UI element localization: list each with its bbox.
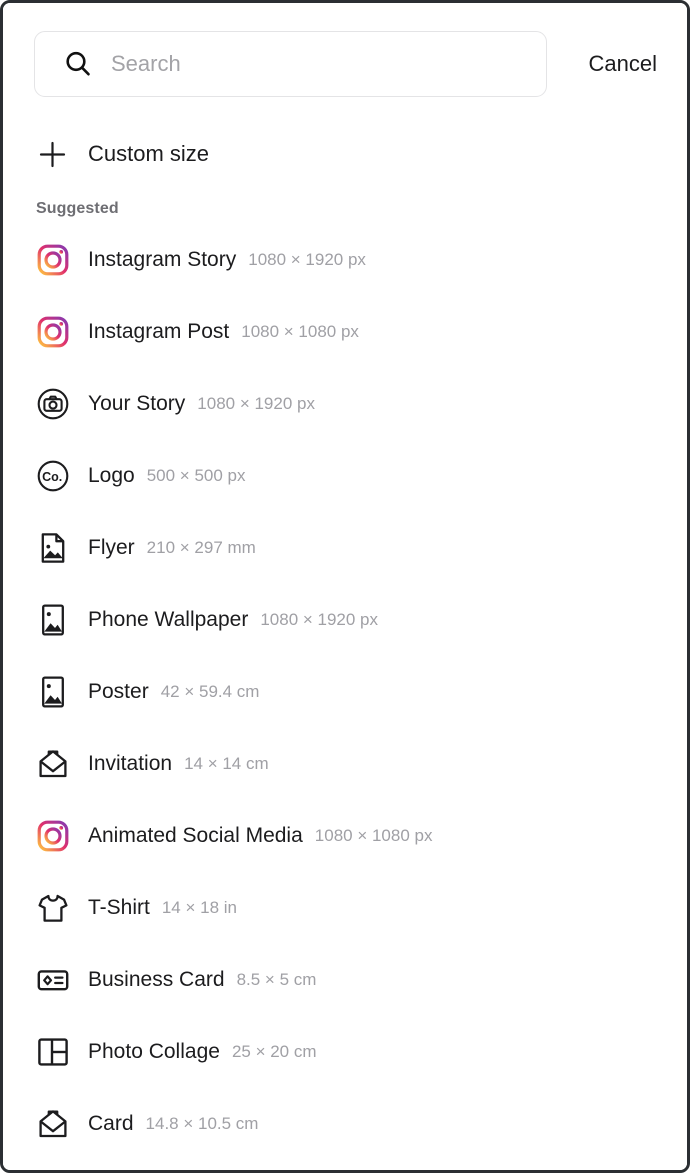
list-item-label: Instagram Post (88, 320, 230, 343)
section-header-suggested: Suggested (36, 200, 119, 217)
collage-grid-icon (36, 1035, 70, 1069)
list-item[interactable]: Business Card 8.5 × 5 cm (36, 944, 687, 1016)
instagram-icon (36, 819, 70, 853)
instagram-icon (36, 243, 70, 277)
size-picker-panel: Cancel Custom size Suggested Instagram S… (3, 3, 687, 1170)
device-frame: Cancel Custom size Suggested Instagram S… (0, 0, 690, 1173)
envelope-icon (36, 1107, 70, 1141)
list-item[interactable]: Instagram Post 1080 × 1080 px (36, 296, 687, 368)
list-item-label: Business Card (88, 968, 225, 991)
list-item[interactable]: Your Story 1080 × 1920 px (36, 368, 687, 440)
camera-circle-icon (36, 387, 70, 421)
list-item-label: T-Shirt (88, 896, 150, 919)
list-item-label: Animated Social Media (88, 824, 303, 847)
image-frame-icon (36, 675, 70, 709)
list-item-dimensions: 42 × 59.4 cm (160, 682, 260, 701)
list-item-label: Logo (88, 464, 135, 487)
list-item-dimensions: 25 × 20 cm (231, 1042, 317, 1061)
search-row: Cancel (3, 3, 687, 97)
list-item-dimensions: 1080 × 1080 px (241, 322, 359, 341)
search-box[interactable] (34, 31, 547, 97)
instagram-icon (36, 315, 70, 349)
list-item-dimensions: 210 × 297 mm (146, 538, 256, 557)
list-item[interactable]: Photo Collage 25 × 20 cm (36, 1016, 687, 1088)
list-item-dimensions: 8.5 × 5 cm (236, 970, 317, 989)
list-item-label: Card (88, 1112, 134, 1135)
list-item[interactable]: Animated Social Media 1080 × 1080 px (36, 800, 687, 872)
list-item-label: Poster (88, 680, 149, 703)
business-card-icon (36, 963, 70, 997)
plus-icon (36, 138, 69, 171)
list-item[interactable]: Instagram Story 1080 × 1920 px (36, 224, 687, 296)
list-item-label: Instagram Story (88, 248, 237, 271)
list-item-label: Phone Wallpaper (88, 608, 249, 631)
list-item-dimensions: 1080 × 1920 px (248, 250, 366, 269)
list-item-dimensions: 14 × 14 cm (184, 754, 269, 773)
list-item[interactable]: Flyer 210 × 297 mm (36, 512, 687, 584)
list-item-label: Your Story (88, 392, 186, 415)
list-item-dimensions: 14 × 18 in (161, 898, 237, 917)
envelope-icon (36, 747, 70, 781)
custom-size-row[interactable]: Custom size (3, 125, 687, 183)
search-input[interactable] (111, 51, 491, 77)
list-item-dimensions: 500 × 500 px (146, 466, 246, 485)
image-frame-icon (36, 603, 70, 637)
logo-co-icon: Co. (36, 459, 70, 493)
list-item[interactable]: T-Shirt 14 × 18 in (36, 872, 687, 944)
cancel-button[interactable]: Cancel (589, 53, 665, 75)
list-item[interactable]: Co. Logo 500 × 500 px (36, 440, 687, 512)
search-icon (63, 49, 93, 79)
list-item-dimensions: 14.8 × 10.5 cm (145, 1114, 259, 1133)
list-item[interactable]: Phone Wallpaper 1080 × 1920 px (36, 584, 687, 656)
custom-size-label: Custom size (88, 141, 210, 166)
list-item-label: Photo Collage (88, 1040, 220, 1063)
list-item-label: Invitation (88, 752, 173, 775)
list-item-label: Flyer (88, 536, 135, 559)
tshirt-icon (36, 891, 70, 925)
list-item-dimensions: 1080 × 1920 px (197, 394, 315, 413)
document-image-icon (36, 531, 70, 565)
list-item-dimensions: 1080 × 1080 px (314, 826, 433, 845)
list-item[interactable]: Invitation 14 × 14 cm (36, 728, 687, 800)
list-item[interactable]: Card 14.8 × 10.5 cm (36, 1088, 687, 1160)
suggested-list: Instagram Story 1080 × 1920 px Instagram P… (3, 224, 687, 1160)
list-item-dimensions: 1080 × 1920 px (260, 610, 379, 629)
list-item[interactable]: Poster 42 × 59.4 cm (36, 656, 687, 728)
svg-text:Co.: Co. (42, 470, 62, 484)
